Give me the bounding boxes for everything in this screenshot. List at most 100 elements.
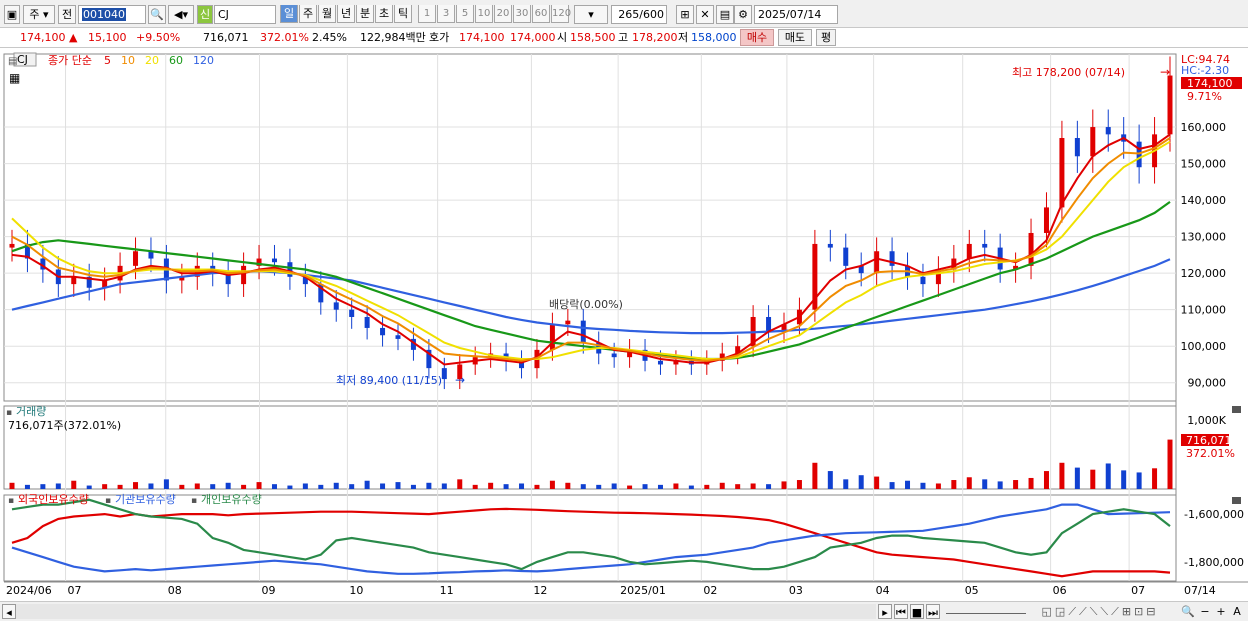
- candle-body: [395, 335, 401, 339]
- gear-icon[interactable]: ⚙: [734, 5, 752, 24]
- volume: 716,071: [203, 31, 249, 44]
- volume-bar: [905, 480, 911, 489]
- volume-bar: [1059, 462, 1065, 489]
- drawing-tools-icons[interactable]: ◱◲⟋⟋⟍⟍⟋⊞⊡⊟: [1030, 604, 1170, 619]
- candle-body: [287, 262, 293, 277]
- volume-bar: [1090, 469, 1096, 489]
- volume-bar: [287, 485, 293, 489]
- trade-amount: 122,984백만: [360, 31, 426, 44]
- volume-panel-icon: ▪: [6, 408, 12, 418]
- save-icon[interactable]: ▤: [716, 5, 734, 24]
- candle-body: [843, 247, 849, 266]
- toolbar: ▣ 주 ▾ 전 001040 🔍 ◀▾ 신 CJ 일주월년분초틱 1 3 5 10 20…: [0, 0, 1248, 28]
- candle-body: [241, 265, 247, 285]
- volume-bar: [1028, 477, 1034, 489]
- zoom-in-icon[interactable]: +: [1214, 604, 1228, 619]
- sell-button[interactable]: 매도: [778, 29, 812, 46]
- volume-bar: [534, 484, 540, 489]
- x-axis-label: 04: [876, 584, 890, 597]
- chart-layout-icon[interactable]: ▣: [4, 5, 20, 24]
- volume-bar: [735, 484, 741, 489]
- candle-body: [766, 316, 772, 332]
- interval-dropdown[interactable]: ▾: [574, 5, 608, 24]
- candle-body: [827, 243, 833, 248]
- count-field[interactable]: 265/600: [611, 5, 667, 24]
- font-size-icon[interactable]: A: [1230, 604, 1244, 619]
- candle-body: [349, 309, 355, 317]
- ma-legend-60: 60: [169, 54, 183, 67]
- interval-tab-30[interactable]: 30: [513, 5, 531, 23]
- volume-bar: [210, 484, 216, 489]
- candle-body: [333, 302, 339, 310]
- price-change-pct: +9.50%: [136, 31, 181, 44]
- crosshair-icon[interactable]: ✕: [696, 5, 714, 24]
- chart-name-label: CJ: [17, 53, 28, 66]
- buy-button[interactable]: 매수: [740, 29, 774, 46]
- interval-tab-120[interactable]: 120: [551, 5, 571, 23]
- chart-area[interactable]: 2024/06 07 08 09 10 11 12 2025/01 02 03 04 05 06 07 07…: [0, 49, 1248, 601]
- volume-bar: [457, 479, 463, 489]
- stop-icon[interactable]: ■: [910, 604, 924, 619]
- x-axis-label: 08: [168, 584, 182, 597]
- candle-body: [1028, 232, 1034, 266]
- first-page-icon[interactable]: ⏮: [894, 604, 908, 619]
- period-tab-3[interactable]: 년: [337, 5, 355, 23]
- search-icon-bottom[interactable]: 🔍: [1178, 604, 1198, 619]
- volume-bar: [1152, 468, 1158, 489]
- ma-legend-5: 5: [104, 54, 111, 67]
- volume-bar: [858, 475, 864, 489]
- search-icon[interactable]: 🔍: [148, 5, 166, 24]
- volume-bar: [225, 482, 231, 489]
- high-price: 178,200: [632, 31, 678, 44]
- candle-icon[interactable]: ⊞: [676, 5, 694, 24]
- period-select[interactable]: 주 ▾: [23, 5, 55, 24]
- period-tab-4[interactable]: 분: [356, 5, 374, 23]
- current-price: 174,100 ▲: [20, 31, 78, 44]
- volume-value: 716,071주(372.01%): [8, 419, 121, 432]
- speaker-icon[interactable]: ◀▾: [168, 5, 194, 24]
- x-axis-label: 07: [1131, 584, 1145, 597]
- volume-bar: [333, 482, 339, 489]
- volume-bar: [194, 483, 200, 489]
- open-price: 158,500: [570, 31, 616, 44]
- scroll-track[interactable]: [16, 604, 876, 619]
- volume-bar: [565, 482, 571, 489]
- interval-tab-1[interactable]: 1: [418, 5, 436, 23]
- bid-price-1: 174,100: [459, 31, 505, 44]
- volume-bar: [920, 482, 926, 489]
- candle-body: [889, 251, 895, 266]
- last-page-icon[interactable]: ⏭: [926, 604, 940, 619]
- interval-tab-5[interactable]: 5: [456, 5, 474, 23]
- zoom-slider[interactable]: [946, 604, 1026, 614]
- scroll-left-button[interactable]: ◂: [2, 604, 16, 619]
- volume-bar: [426, 482, 432, 489]
- scroll-right-button[interactable]: ▸: [878, 604, 892, 619]
- period-tab-5[interactable]: 초: [375, 5, 393, 23]
- stock-name-field[interactable]: CJ: [214, 5, 276, 24]
- volume-bar: [781, 481, 787, 489]
- volume-bar: [580, 484, 586, 489]
- date-field[interactable]: 2025/07/14: [754, 5, 838, 24]
- interval-tab-3[interactable]: 3: [437, 5, 455, 23]
- volume-bar: [966, 477, 972, 489]
- period-tab-6[interactable]: 틱: [394, 5, 412, 23]
- stock-chart-svg[interactable]: 2024/06 07 08 09 10 11 12 2025/01 02 03 04 05 06 07 07…: [0, 49, 1248, 601]
- period-tabs: 일주월년분초틱: [280, 5, 414, 24]
- volume-bar: [40, 484, 46, 489]
- zoom-out-icon[interactable]: −: [1198, 604, 1212, 619]
- candle-body: [1090, 127, 1096, 157]
- prev-button[interactable]: 전: [58, 5, 76, 24]
- volume-bar: [364, 480, 370, 489]
- holding-tick-label: -1,800,000: [1184, 556, 1244, 569]
- evaluate-button[interactable]: 평: [816, 29, 836, 46]
- interval-tab-10[interactable]: 10: [475, 5, 493, 23]
- period-tab-1[interactable]: 주: [299, 5, 317, 23]
- period-tab-0[interactable]: 일: [280, 5, 298, 23]
- interval-tab-20[interactable]: 20: [494, 5, 512, 23]
- volume-bar: [843, 479, 849, 489]
- period-tab-2[interactable]: 월: [318, 5, 336, 23]
- volume-bar: [596, 484, 602, 489]
- volume-bar: [627, 485, 633, 489]
- interval-tab-60[interactable]: 60: [532, 5, 550, 23]
- stock-code-input[interactable]: 001040: [78, 5, 146, 24]
